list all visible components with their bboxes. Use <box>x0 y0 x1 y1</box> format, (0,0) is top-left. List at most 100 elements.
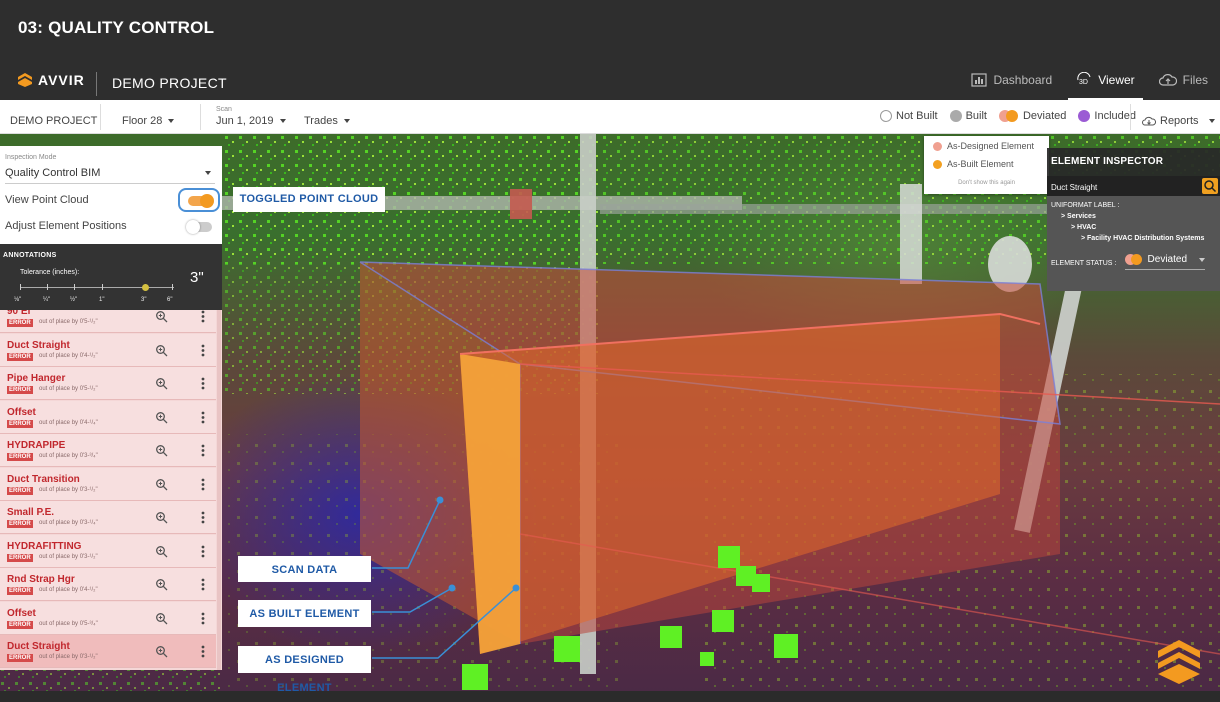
nav-files[interactable]: Files <box>1147 60 1220 100</box>
zoom-to-element-icon[interactable] <box>155 578 168 591</box>
zoom-to-element-icon[interactable] <box>155 344 168 357</box>
brand-logo[interactable]: AVVIR <box>18 72 85 88</box>
element-type-popup: As-Designed Element As-Built Element Don… <box>924 136 1049 194</box>
legend-built[interactable]: Built <box>966 110 987 122</box>
uniformat-label: UNIFORMAT LABEL : <box>1051 202 1120 209</box>
element-status-select[interactable]: Deviated <box>1125 254 1205 270</box>
chevron-down-icon <box>1208 119 1215 123</box>
deviated-dot-icon <box>1125 254 1142 265</box>
trades-select[interactable]: Trades <box>304 115 350 127</box>
issue-name: Rnd Strap Hgr <box>7 574 75 585</box>
error-badge: ERROR <box>7 386 33 394</box>
floor-select[interactable]: Floor 28 <box>122 115 175 127</box>
issue-description: out of place by 0'4-¹/₂" <box>39 587 98 593</box>
issue-row[interactable]: Small P.E. ERROR out of place by 0'3-¹/₄" <box>0 501 216 534</box>
chevron-down-icon <box>205 171 211 175</box>
callout-as-built: AS BUILT ELEMENT <box>238 600 371 627</box>
issue-description: out of place by 0'3-¹/₄" <box>39 520 98 526</box>
zoom-to-element-icon[interactable] <box>155 444 168 457</box>
issue-name: Duct Straight <box>7 339 70 351</box>
issue-row[interactable]: Offset ERROR out of place by 0'5-³/₄" <box>0 601 216 635</box>
chevron-down-icon <box>279 119 286 124</box>
adjust-positions-toggle[interactable] <box>186 220 212 234</box>
brand-name: AVVIR <box>38 72 85 88</box>
nav-dashboard[interactable]: Dashboard <box>959 60 1064 100</box>
zoom-to-element-icon[interactable] <box>155 478 168 491</box>
issue-row[interactable]: 90 El ERROR out of place by 0'5-¹/₂" <box>0 310 216 333</box>
issue-list: 90 El ERROR out of place by 0'5-¹/₂" Duct S… <box>0 310 222 670</box>
issue-name: Offset <box>7 406 36 418</box>
issue-row[interactable]: Duct Transition ERROR out of place by 0'3-… <box>0 467 216 501</box>
zoom-to-element-icon[interactable] <box>155 511 168 524</box>
more-options-icon[interactable] <box>201 511 205 524</box>
issue-list-scrollbar[interactable] <box>217 310 221 670</box>
more-options-icon[interactable] <box>201 578 205 591</box>
nav-dashboard-label: Dashboard <box>993 73 1053 87</box>
more-options-icon[interactable] <box>201 645 205 658</box>
zoom-to-element-icon[interactable] <box>155 310 168 323</box>
legend-deviated[interactable]: Deviated <box>1023 110 1066 122</box>
more-options-icon[interactable] <box>201 310 205 323</box>
nav-viewer[interactable]: 3D Viewer <box>1064 60 1146 100</box>
issue-row[interactable]: Duct Straight ERROR out of place by 0'3-¹/… <box>0 635 216 668</box>
issue-description: out of place by 0'5-¹/₂" <box>39 386 98 392</box>
view-point-cloud-toggle[interactable] <box>188 194 214 208</box>
chevron-down-icon <box>168 119 175 124</box>
as-built-dot-icon <box>933 159 942 169</box>
more-options-icon[interactable] <box>201 344 205 357</box>
issue-row[interactable]: HYDRAPIPE ERROR out of place by 0'3-³/₄" <box>0 434 216 467</box>
inspector-title: ELEMENT INSPECTOR <box>1051 156 1164 167</box>
issue-name: Duct Straight <box>7 641 70 652</box>
tolerance-slider-handle[interactable] <box>142 284 149 291</box>
issue-row[interactable]: Rnd Strap Hgr ERROR out of place by 0'4-¹/… <box>0 568 216 601</box>
svg-text:3D: 3D <box>1079 79 1088 86</box>
not-built-dot-icon <box>880 110 892 122</box>
built-dot-icon <box>949 110 962 122</box>
issue-description: out of place by 0'3-¹/₂" <box>39 654 98 660</box>
tick-label: 3" <box>141 297 147 303</box>
chevron-down-icon <box>343 119 350 124</box>
more-options-icon[interactable] <box>201 478 205 491</box>
adjust-positions-label: Adjust Element Positions <box>5 220 127 232</box>
inspector-zoom-button[interactable] <box>1202 178 1218 194</box>
zoom-to-element-icon[interactable] <box>155 411 168 424</box>
nav-viewer-label: Viewer <box>1098 73 1135 87</box>
tolerance-label: Tolerance (inches): <box>20 269 80 276</box>
issue-name: Duct Transition <box>7 473 80 485</box>
reports-label: Reports <box>1160 115 1199 127</box>
zoom-to-element-icon[interactable] <box>155 612 168 625</box>
tolerance-slider-track[interactable] <box>20 287 174 288</box>
more-options-icon[interactable] <box>201 612 205 625</box>
scan-date-value: Jun 1, 2019 <box>216 115 274 127</box>
inspection-mode-select[interactable]: Quality Control BIM <box>5 167 215 184</box>
zoom-to-element-icon[interactable] <box>155 377 168 390</box>
issue-row[interactable]: Duct Straight ERROR out of place by 0'4-¹/… <box>0 333 216 367</box>
floor-value: Floor 28 <box>122 115 163 127</box>
more-options-icon[interactable] <box>201 545 205 558</box>
more-options-icon[interactable] <box>201 411 205 424</box>
issue-name: HYDRAFITTING <box>7 540 82 552</box>
cloud-upload-icon <box>1158 74 1177 86</box>
toggle-knob <box>186 220 200 234</box>
zoom-to-element-icon[interactable] <box>155 545 168 558</box>
more-options-icon[interactable] <box>201 444 205 457</box>
issue-row[interactable]: HYDRAFITTING ERROR out of place by 0'3-¹/₂… <box>0 534 216 568</box>
zoom-to-element-icon[interactable] <box>155 645 168 658</box>
element-inspector: ELEMENT INSPECTOR Duct Straight UNIFORMA… <box>1047 148 1220 291</box>
issue-name: Offset <box>7 607 36 619</box>
element-status-value: Deviated <box>1147 254 1187 265</box>
more-options-icon[interactable] <box>201 377 205 390</box>
scan-date-select[interactable]: Jun 1, 2019 <box>216 115 286 127</box>
reports-button[interactable]: Reports <box>1142 115 1215 127</box>
legend-not-built[interactable]: Not Built <box>896 110 938 122</box>
app-header: AVVIR DEMO PROJECT Dashboard 3D Viewer F… <box>0 60 1220 100</box>
avvir-logo-icon <box>18 73 32 87</box>
issue-row[interactable]: Offset ERROR out of place by 0'4-¹/₄" <box>0 400 216 434</box>
popup-built-row: As-Built Element <box>933 159 1014 169</box>
issue-row[interactable]: Pipe Hanger ERROR out of place by 0'5-¹/₂" <box>0 367 216 400</box>
error-badge: ERROR <box>7 620 33 629</box>
error-badge: ERROR <box>7 587 33 595</box>
error-badge: ERROR <box>7 553 33 562</box>
status-legend: Not Built Built Deviated Included <box>880 110 1144 122</box>
popup-dismiss-link[interactable]: Don't show this again <box>924 180 1049 186</box>
